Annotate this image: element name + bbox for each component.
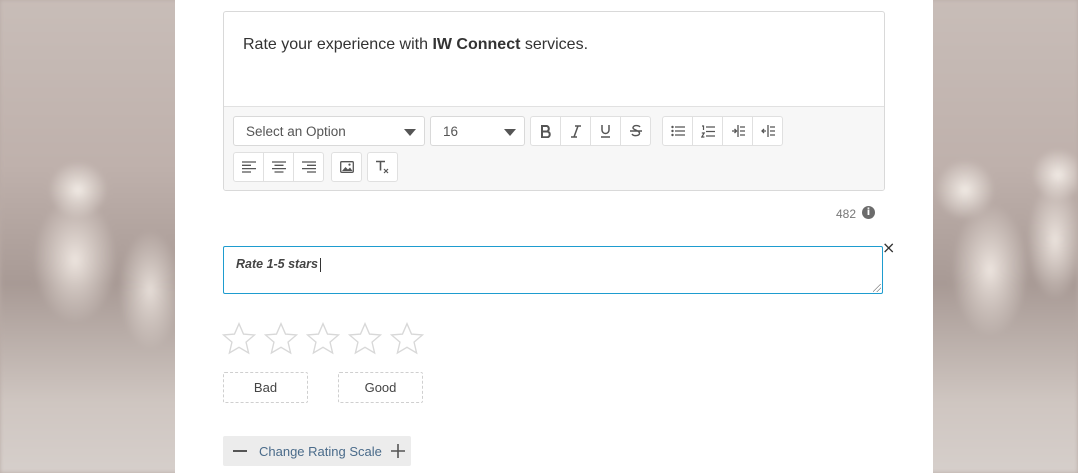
list-indent-group	[662, 116, 783, 146]
align-center-button[interactable]	[263, 152, 294, 182]
format-select[interactable]: Select an Option	[233, 116, 425, 146]
clear-formatting-icon	[376, 160, 389, 174]
insert-image-group	[331, 152, 362, 182]
change-rating-scale-control: Change Rating Scale	[223, 436, 411, 466]
minus-icon[interactable]	[233, 450, 247, 452]
italic-icon	[570, 124, 581, 138]
align-left-button[interactable]	[233, 152, 264, 182]
close-icon[interactable]: ×	[882, 240, 895, 256]
star-icon[interactable]	[347, 320, 383, 358]
star-icon[interactable]	[389, 320, 425, 358]
bulleted-list-button[interactable]	[662, 116, 693, 146]
indent-button[interactable]	[722, 116, 753, 146]
high-label-text: Good	[364, 380, 397, 395]
editor-toolbar: Select an Option 16	[224, 106, 884, 190]
info-icon[interactable]: i	[862, 206, 875, 219]
align-right-icon	[301, 161, 316, 173]
align-left-icon	[241, 161, 256, 173]
font-size-value: 16	[443, 123, 459, 139]
editor-text-bold: IW Connect	[432, 36, 521, 53]
star-rating[interactable]	[221, 320, 425, 358]
rating-question-input[interactable]: Rate 1-5 stars	[223, 246, 883, 294]
change-rating-scale-label: Change Rating Scale	[259, 443, 382, 459]
insert-image-button[interactable]	[331, 152, 362, 182]
star-icon[interactable]	[263, 320, 299, 358]
numbered-list-button[interactable]	[692, 116, 723, 146]
bold-icon	[540, 124, 551, 138]
outdent-icon	[760, 125, 775, 137]
align-center-icon	[271, 161, 286, 173]
chevron-down-icon	[404, 129, 416, 136]
text-cursor	[320, 257, 321, 272]
underline-button[interactable]	[590, 116, 621, 146]
underline-icon	[601, 125, 610, 138]
plus-icon[interactable]	[391, 444, 405, 458]
align-right-button[interactable]	[293, 152, 324, 182]
resize-handle-icon[interactable]	[873, 284, 881, 292]
low-label-text: Bad	[253, 380, 278, 395]
strikethrough-button[interactable]	[620, 116, 651, 146]
low-label-field[interactable]: Bad	[223, 372, 308, 403]
high-label-field[interactable]: Good	[338, 372, 423, 403]
format-select-value: Select an Option	[246, 123, 346, 139]
rich-text-editor[interactable]: Rate your experience with IW Connect ser…	[223, 11, 885, 191]
clear-formatting-button[interactable]	[367, 152, 398, 182]
strikethrough-icon	[629, 124, 642, 137]
font-size-select[interactable]: 16	[430, 116, 525, 146]
chevron-down-icon	[504, 129, 516, 136]
image-icon	[339, 161, 354, 173]
editor-text-after: services.	[520, 36, 589, 53]
editor-content[interactable]: Rate your experience with IW Connect ser…	[243, 36, 588, 54]
editor-text-before: Rate your experience with	[243, 36, 433, 53]
outdent-button[interactable]	[752, 116, 783, 146]
text-style-group	[530, 116, 651, 146]
numbered-list-icon	[700, 124, 715, 138]
bulleted-list-icon	[670, 125, 685, 137]
rating-question-value: Rate 1-5 stars	[236, 257, 318, 271]
clear-format-group	[367, 152, 398, 182]
align-group	[233, 152, 324, 182]
star-icon[interactable]	[221, 320, 257, 358]
indent-icon	[731, 125, 745, 137]
italic-button[interactable]	[560, 116, 591, 146]
character-count: 482	[836, 207, 857, 221]
star-icon[interactable]	[305, 320, 341, 358]
bold-button[interactable]	[530, 116, 561, 146]
